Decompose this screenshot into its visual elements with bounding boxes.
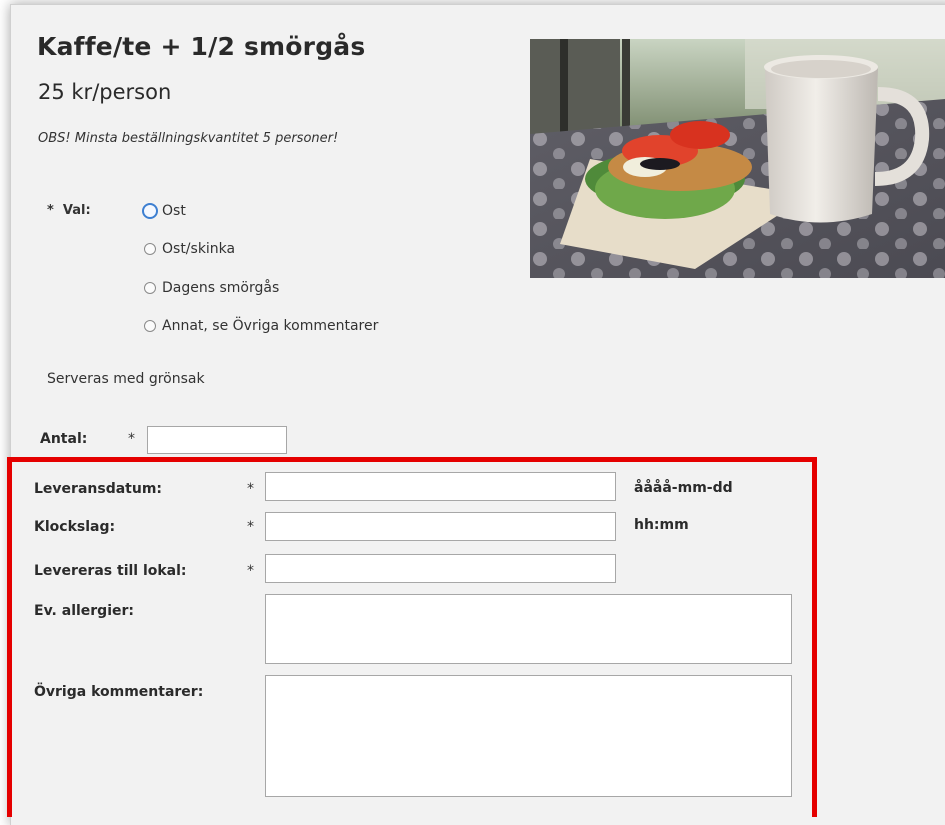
required-marker: * [128, 431, 135, 447]
klockslag-label: Klockslag: [34, 519, 116, 535]
required-marker: * [247, 481, 254, 497]
lokal-input[interactable] [265, 554, 616, 583]
allergier-label: Ev. allergier: [34, 603, 135, 619]
minimum-order-notice: OBS! Minsta beställningskvantitet 5 pers… [38, 131, 339, 146]
lokal-label: Levereras till lokal: [34, 563, 187, 579]
coffee-sandwich-image [530, 39, 945, 278]
allergier-textarea[interactable] [265, 594, 792, 664]
radio-option-ost-skinka[interactable]: Ost/skinka [144, 239, 235, 259]
served-with-note: Serveras med grönsak [47, 371, 205, 387]
val-label: * Val: [47, 203, 91, 218]
radio-label[interactable]: Ost [162, 203, 186, 219]
kommentarer-textarea[interactable] [265, 675, 792, 797]
required-marker: * [47, 203, 54, 218]
time-format-hint: hh:mm [634, 517, 689, 533]
radio-option-annat[interactable]: Annat, se Övriga kommentarer [144, 316, 378, 336]
antal-label: Antal: [40, 431, 88, 447]
radio-option-dagens-smorgas[interactable]: Dagens smörgås [144, 278, 279, 298]
date-format-hint: åååå-mm-dd [634, 480, 733, 496]
leveransdatum-input[interactable] [265, 472, 616, 501]
product-price: 25 kr/person [38, 80, 172, 104]
radio-button[interactable] [144, 320, 156, 332]
product-title: Kaffe/te + 1/2 smörgås [37, 32, 366, 61]
val-label-text: Val: [62, 203, 91, 218]
radio-button[interactable] [142, 203, 158, 219]
radio-label[interactable]: Dagens smörgås [162, 280, 279, 296]
product-photo [530, 39, 945, 278]
required-marker: * [247, 563, 254, 579]
radio-button[interactable] [144, 282, 156, 294]
required-marker: * [247, 519, 254, 535]
klockslag-input[interactable] [265, 512, 616, 541]
radio-label[interactable]: Annat, se Övriga kommentarer [162, 318, 378, 334]
radio-option-ost[interactable]: Ost [142, 201, 186, 221]
antal-input[interactable] [147, 426, 287, 454]
radio-button[interactable] [144, 243, 156, 255]
kommentarer-label: Övriga kommentarer: [34, 684, 204, 700]
radio-label[interactable]: Ost/skinka [162, 241, 235, 257]
leveransdatum-label: Leveransdatum: [34, 481, 163, 497]
